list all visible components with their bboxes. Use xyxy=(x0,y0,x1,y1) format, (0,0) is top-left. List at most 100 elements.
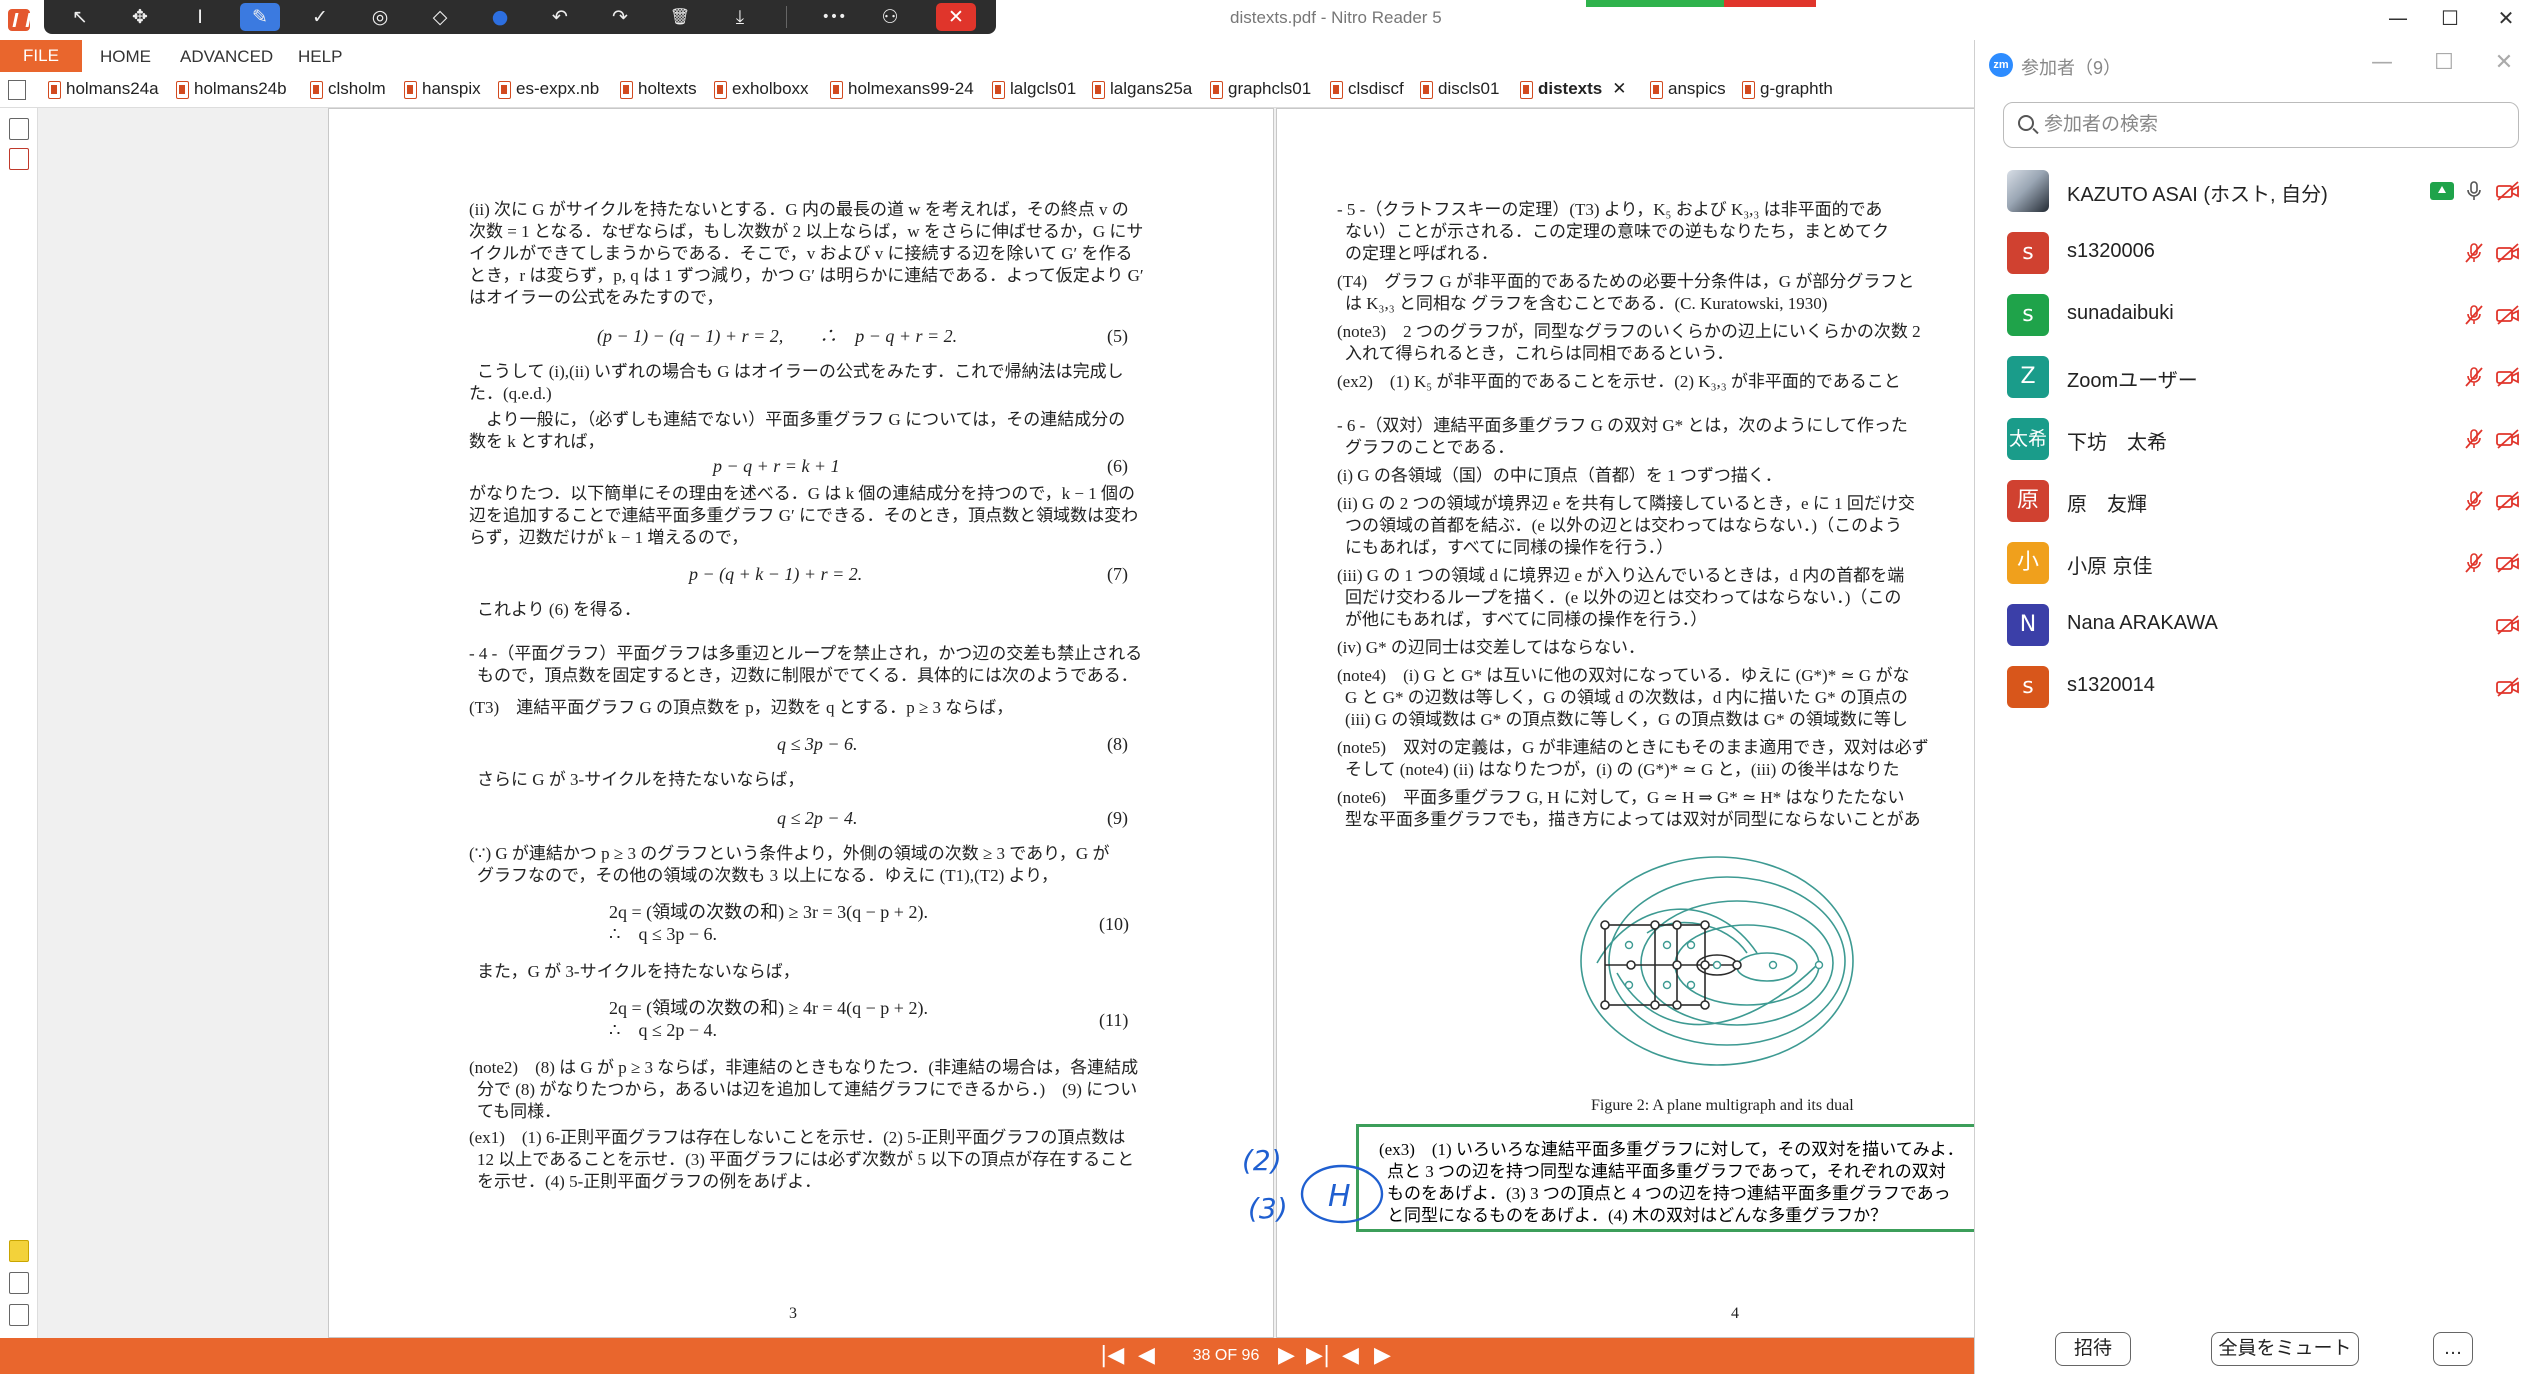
microphone-on-icon[interactable] xyxy=(2463,180,2485,202)
camera-off-icon[interactable] xyxy=(2495,242,2521,264)
minimize-button[interactable]: — xyxy=(2380,6,2416,30)
close-icon[interactable]: ✕ xyxy=(936,3,976,31)
participant-row[interactable]: s sunadaibuki xyxy=(1975,284,2533,346)
search-icon xyxy=(2018,115,2034,131)
checkmark-icon[interactable]: ✓ xyxy=(300,3,340,31)
microphone-muted-icon[interactable] xyxy=(2463,366,2485,388)
pdf-file-icon xyxy=(498,81,511,99)
next-page-icon[interactable]: ▶ xyxy=(1278,1344,1295,1368)
camera-off-icon[interactable] xyxy=(2495,366,2521,388)
menu-help[interactable]: HELP xyxy=(298,47,342,67)
tab-graphcls01[interactable]: graphcls01 xyxy=(1206,79,1311,103)
text-cursor-icon[interactable]: I xyxy=(180,3,220,31)
last-page-icon[interactable]: ▶| xyxy=(1306,1344,1330,1368)
page-number: 4 xyxy=(1731,1305,1739,1322)
participant-row[interactable]: s s1320014 xyxy=(1975,656,2533,718)
participant-row[interactable]: N Nana ARAKAWA xyxy=(1975,594,2533,656)
participant-row[interactable]: s s1320006 xyxy=(1975,222,2533,284)
microphone-muted-icon[interactable] xyxy=(2463,304,2485,326)
page-indicator[interactable]: 38 OF 96 xyxy=(1186,1347,1266,1365)
camera-off-icon[interactable] xyxy=(2495,490,2521,512)
microphone-muted-icon[interactable] xyxy=(2463,490,2485,512)
comments-panel-icon[interactable] xyxy=(9,1240,29,1262)
camera-off-icon[interactable] xyxy=(2495,676,2521,698)
avatar: s xyxy=(2007,294,2049,336)
text-line: (ii) 次に G がサイクルを持たないとする．G 内の最長の道 w を考えれば… xyxy=(469,200,1129,219)
tab-distexts[interactable]: distexts ✕ xyxy=(1516,79,1627,103)
tab-es-expx[interactable]: es-expx.nb xyxy=(494,79,599,103)
mute-all-button[interactable]: 全員をミュート xyxy=(2211,1332,2359,1366)
previous-view-icon[interactable]: ◀ xyxy=(1342,1344,1359,1368)
first-page-icon[interactable]: |◀ xyxy=(1100,1344,1124,1368)
next-view-icon[interactable]: ▶ xyxy=(1374,1344,1391,1368)
pages-panel-icon[interactable] xyxy=(9,118,29,140)
request-control-icon[interactable]: ⚇ xyxy=(870,3,910,31)
tab-list-icon[interactable] xyxy=(8,80,26,100)
tab-close-icon[interactable]: ✕ xyxy=(1612,79,1626,99)
window-close-button[interactable]: ✕ xyxy=(2488,6,2524,30)
redo-icon[interactable]: ↷ xyxy=(600,3,640,31)
panel-close-button[interactable]: ✕ xyxy=(2489,50,2519,75)
sharing-status-bar xyxy=(1586,0,1816,7)
camera-off-icon[interactable] xyxy=(2495,428,2521,450)
participant-row[interactable]: Z Zoomユーザー xyxy=(1975,346,2533,408)
camera-off-icon[interactable] xyxy=(2495,614,2521,636)
select-arrow-icon[interactable]: ↖ xyxy=(60,3,100,31)
save-icon[interactable]: ⤓ xyxy=(720,3,760,31)
more-icon[interactable]: ••• xyxy=(814,3,854,31)
text-line: (iii) G の領域数は G* の頂点数に等しく，G の頂点数は G* の領域… xyxy=(1345,710,1908,729)
tab-lalgcls01[interactable]: lalgcls01 xyxy=(988,79,1076,103)
nitro-logo-icon[interactable] xyxy=(8,9,30,31)
participant-row[interactable]: 小 小原 京佳 xyxy=(1975,532,2533,594)
microphone-muted-icon[interactable] xyxy=(2463,552,2485,574)
color-picker-icon[interactable]: ● xyxy=(480,3,520,31)
spotlight-icon[interactable]: ◎ xyxy=(360,3,400,31)
pdf-file-icon xyxy=(1210,81,1223,99)
tab-lalgans25a[interactable]: lalgans25a xyxy=(1088,79,1192,103)
text-line: ない）ことが示される．この定理の意味での逆もなりたち，まとめてク xyxy=(1345,222,1889,241)
pen-icon[interactable]: ✎ xyxy=(240,3,280,31)
tab-discls01[interactable]: discls01 xyxy=(1416,79,1499,103)
panel-popout-button[interactable]: ☐ xyxy=(2429,50,2459,75)
participant-search-input[interactable] xyxy=(2044,111,2504,139)
microphone-muted-icon[interactable] xyxy=(2463,242,2485,264)
panel-minimize-button[interactable]: — xyxy=(2367,50,2397,75)
attachments-panel-icon[interactable] xyxy=(9,1272,29,1294)
tab-clsholm[interactable]: clsholm xyxy=(306,79,386,103)
tab-g-graphth[interactable]: g-graphth xyxy=(1738,79,1833,103)
camera-off-icon[interactable] xyxy=(2495,180,2521,202)
tab-holtexts[interactable]: holtexts xyxy=(616,79,697,103)
tab-exholboxx[interactable]: exholboxx xyxy=(710,79,809,103)
undo-icon[interactable]: ↶ xyxy=(540,3,580,31)
previous-page-icon[interactable]: ◀ xyxy=(1138,1344,1155,1368)
eraser-icon[interactable]: ◇ xyxy=(420,3,460,31)
equation-9: q ≤ 2p − 4. xyxy=(777,808,858,828)
participant-name: KAZUTO ASAI (ホスト, 自分) xyxy=(2067,184,2328,206)
output-panel-icon[interactable] xyxy=(9,1304,29,1326)
bookmarks-panel-icon[interactable] xyxy=(9,148,29,170)
tab-holmans24a[interactable]: holmans24a xyxy=(44,79,159,103)
pan-move-icon[interactable]: ✥ xyxy=(120,3,160,31)
participant-row[interactable]: 原 原 友輝 xyxy=(1975,470,2533,532)
menu-file[interactable]: FILE xyxy=(0,40,82,72)
microphone-muted-icon[interactable] xyxy=(2463,428,2485,450)
maximize-button[interactable]: ☐ xyxy=(2432,6,2468,30)
tab-clsdiscf[interactable]: clsdiscf xyxy=(1326,79,1404,103)
invite-button[interactable]: 招待 xyxy=(2055,1332,2131,1366)
more-options-button[interactable]: … xyxy=(2433,1332,2473,1366)
participant-name: 下坊 太希 xyxy=(2067,432,2167,454)
participant-row[interactable]: KAZUTO ASAI (ホスト, 自分) xyxy=(1975,160,2533,222)
trash-icon[interactable]: 🗑 xyxy=(660,3,700,31)
menu-home[interactable]: HOME xyxy=(100,47,151,67)
tab-hanspix[interactable]: hanspix xyxy=(400,79,481,103)
menu-advanced[interactable]: ADVANCED xyxy=(180,47,273,67)
tab-anspics[interactable]: anspics xyxy=(1646,79,1726,103)
camera-off-icon[interactable] xyxy=(2495,552,2521,574)
tab-holmexans99-24[interactable]: holmexans99-24 xyxy=(826,79,974,103)
tab-holmans24b[interactable]: holmans24b xyxy=(172,79,287,103)
document-canvas[interactable]: (ii) 次に G がサイクルを持たないとする．G 内の最長の道 w を考えれば… xyxy=(38,108,1974,1338)
camera-off-icon[interactable] xyxy=(2495,304,2521,326)
participant-search[interactable] xyxy=(2003,102,2519,148)
participant-name: s1320014 xyxy=(2067,674,2155,696)
participant-row[interactable]: 太希 下坊 太希 xyxy=(1975,408,2533,470)
